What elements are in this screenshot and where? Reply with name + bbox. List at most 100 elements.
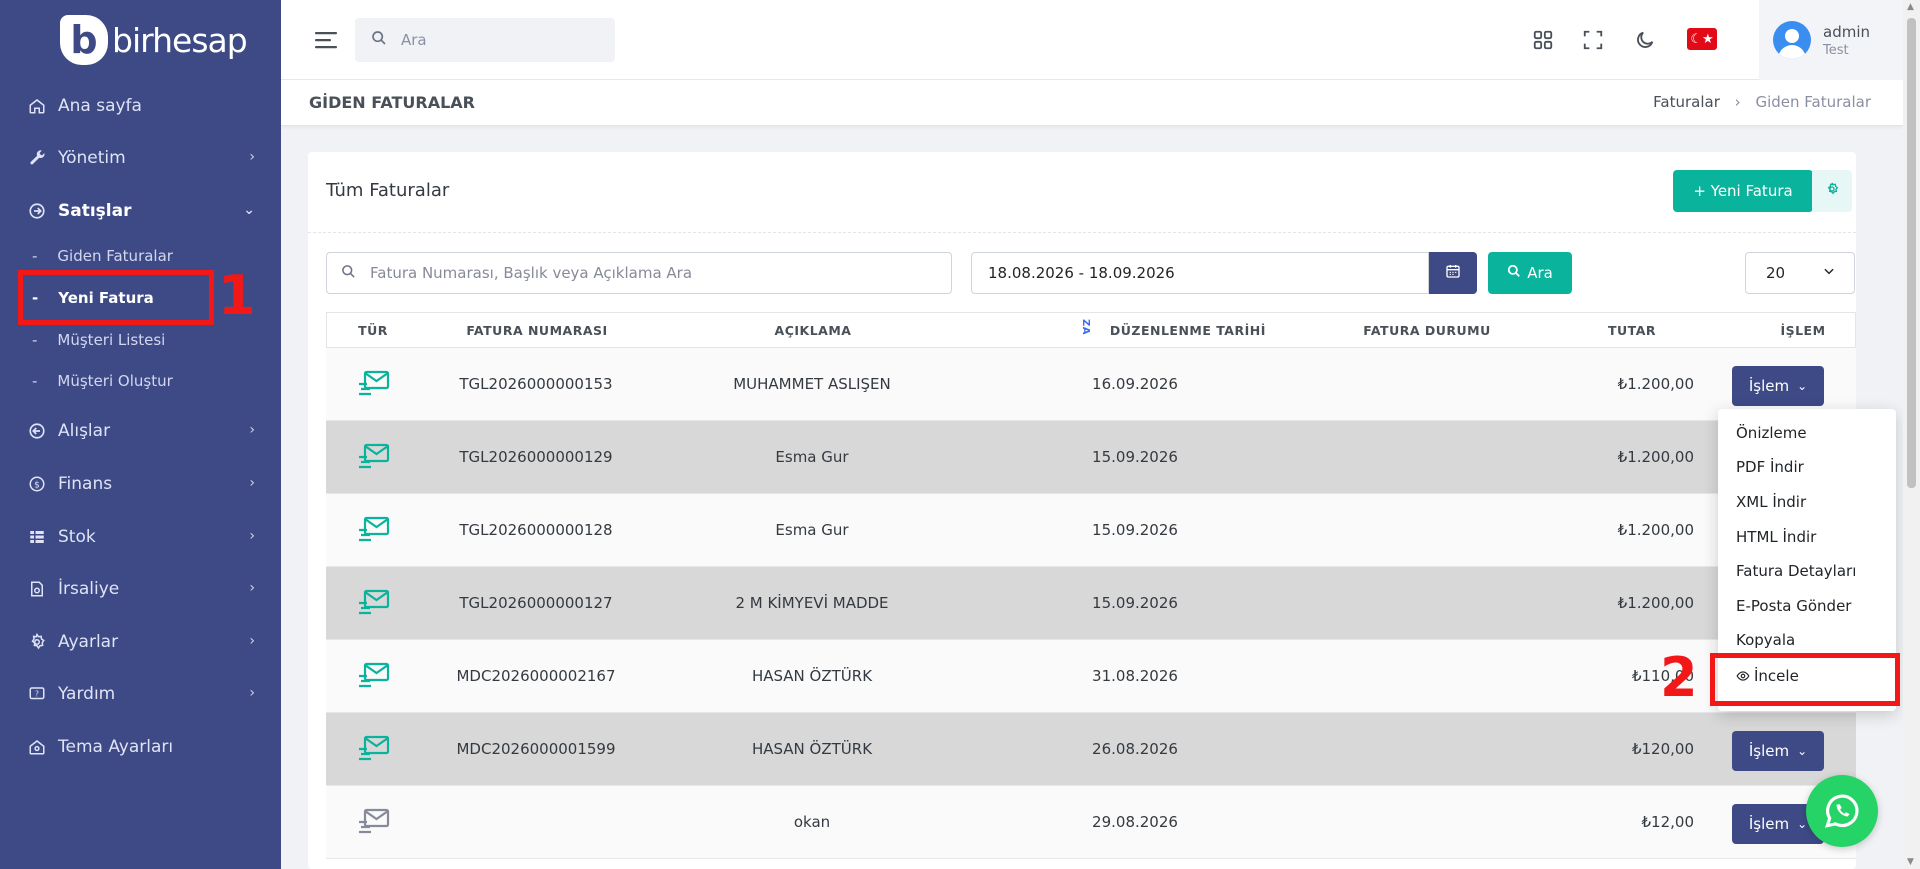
islem-button[interactable]: İşlem ⌄ [1732,731,1824,771]
column-header-duzenlenme-tarihi[interactable]: ZA DÜZENLENME TARİHİ [1067,313,1281,349]
global-search-input[interactable]: Ara [355,18,615,62]
invoice-number: TGL2026000000153 [459,375,613,393]
sidebar-subitem-musteri-listesi[interactable]: - Müşteri Listesi [0,323,281,357]
column-header-tur: TÜR [358,323,388,338]
sidebar-item-tema-ayarlari[interactable]: Tema Ayarları [0,727,281,767]
invoice-amount: ₺1.200,00 [1617,594,1694,612]
table-row: MDC2026000001599 HASAN ÖZTÜRK 26.08.2026… [326,713,1856,786]
date-range-input[interactable]: 18.08.2026 - 18.09.2026 [971,252,1429,294]
settings-button[interactable] [1812,170,1852,212]
logo-mark: b [60,15,108,65]
chevron-right-icon: › [249,528,255,544]
new-invoice-button[interactable]: + Yeni Fatura [1673,170,1813,212]
sort-icon[interactable]: ZA [1067,319,1103,335]
whatsapp-icon [1820,789,1864,833]
sales-icon [26,200,48,222]
menu-item-eposta-gonder[interactable]: E-Posta Gönder [1736,597,1851,615]
calendar-icon [1445,263,1461,283]
sidebar-subitem-musteri-olustur[interactable]: - Müşteri Oluştur [0,364,281,398]
invoice-status [1301,713,1551,786]
islem-button[interactable]: İşlem ⌄ [1732,366,1824,406]
sidebar-item-label: Satışlar [58,201,132,221]
sidebar-subitem-label: Müşteri Oluştur [57,372,173,390]
filter-placeholder: Fatura Numarası, Başlık veya Açıklama Ar… [370,264,693,282]
sidebar-subitem-label: Müşteri Listesi [57,331,166,349]
invoice-filter-input[interactable]: Fatura Numarası, Başlık veya Açıklama Ar… [326,252,952,294]
scroll-up-arrow[interactable]: ▲ [1907,2,1914,12]
column-header-aciklama: AÇIKLAMA [774,323,852,338]
table-row: TGL2026000000128 Esma Gur 15.09.2026 ₺1.… [326,494,1856,567]
help-icon: ? [26,683,48,705]
sidebar-item-ayarlar[interactable]: Ayarlar › [0,622,281,662]
invoice-status [1301,494,1551,567]
menu-item-pdf-indir[interactable]: PDF İndir [1736,458,1804,476]
scroll-down-arrow[interactable]: ▼ [1907,857,1914,867]
sidebar-subitem-label: Giden Faturalar [57,247,173,265]
sidebar-item-finans[interactable]: $ Finans › [0,464,281,504]
search-icon [1507,264,1521,282]
email-invoice-icon [358,516,390,548]
dark-mode-icon[interactable] [1631,26,1659,54]
topbar: Ara ☾★ admin Test [281,0,1903,80]
menu-item-xml-indir[interactable]: XML İndir [1736,493,1806,511]
user-menu[interactable]: admin Test [1759,0,1903,80]
page-size-select[interactable]: 20 [1745,252,1855,294]
logo[interactable]: b birhesap [0,0,281,80]
breadcrumb-separator: › [1734,93,1741,111]
sidebar-item-label: Ayarlar [58,632,119,652]
scrollbar-thumb[interactable] [1907,18,1916,488]
date-range-value: 18.08.2026 - 18.09.2026 [988,264,1175,282]
invoice-number: TGL2026000000129 [459,448,613,466]
sidebar-item-alislar[interactable]: Alışlar › [0,411,281,451]
avatar [1773,21,1811,59]
invoice-description: Esma Gur [775,448,849,466]
search-placeholder: Ara [401,31,427,49]
column-header-fatura-numarasi: FATURA NUMARASI [466,323,608,338]
annotation-label-2: 2 [1660,646,1698,709]
turkish-flag-icon[interactable]: ☾★ [1687,28,1717,50]
apps-grid-icon[interactable] [1529,26,1557,54]
invoice-number: MDC2026000002167 [456,667,616,685]
invoice-status [1301,786,1551,859]
sidebar-item-irsaliye[interactable]: İrsaliye › [0,569,281,609]
menu-item-html-indir[interactable]: HTML İndir [1736,528,1816,546]
invoice-date: 15.09.2026 [1092,594,1178,612]
sidebar-item-yardim[interactable]: ? Yardım › [0,674,281,714]
menu-item-fatura-detaylari[interactable]: Fatura Detayları [1736,562,1856,580]
menu-toggle-icon[interactable] [315,30,339,54]
chevron-right-icon: › [249,633,255,649]
page-header: GİDEN FATURALAR Faturalar › Giden Fatura… [281,80,1903,126]
page-size-value: 20 [1766,264,1786,282]
menu-item-onizleme[interactable]: Önizleme [1736,424,1807,442]
sidebar-item-home[interactable]: Ana sayfa [0,86,281,126]
sidebar-item-label: Stok [58,527,96,547]
sidebar-item-stok[interactable]: Stok › [0,517,281,557]
menu-item-kopyala[interactable]: Kopyala [1736,631,1795,649]
annotation-box-2 [1710,653,1900,706]
sidebar-item-yonetim[interactable]: Yönetim › [0,138,281,178]
sidebar-item-label: Alışlar [58,421,111,441]
scrollbar[interactable]: ▲ ▼ [1903,0,1920,869]
card-title: Tüm Faturalar [326,180,450,201]
invoice-status [1301,640,1551,713]
invoice-description: Esma Gur [775,521,849,539]
chevron-right-icon: › [249,580,255,596]
invoice-number: TGL2026000000127 [459,594,613,612]
table-row: TGL2026000000129 Esma Gur 15.09.2026 ₺1.… [326,421,1856,494]
sidebar-item-label: İrsaliye [58,579,120,599]
invoice-amount: ₺1.200,00 [1617,448,1694,466]
calendar-button[interactable] [1429,252,1477,294]
search-button-label: Ara [1527,264,1553,282]
search-button[interactable]: Ara [1488,252,1572,294]
flag-symbol: ☾★ [1690,31,1714,47]
sidebar: b birhesap Ana sayfa Yönetim › Satışlar … [0,0,281,869]
invoice-status [1301,348,1551,421]
fullscreen-icon[interactable] [1579,26,1607,54]
breadcrumb-item[interactable]: Faturalar [1653,93,1720,111]
whatsapp-button[interactable] [1806,775,1878,847]
invoice-date: 26.08.2026 [1092,740,1178,758]
search-icon [371,30,387,50]
table-row: okan 29.08.2026 ₺12,00 İşlem ⌄ [326,786,1856,859]
sidebar-item-satislar[interactable]: Satışlar ⌄ [0,191,281,231]
column-header-islem: İŞLEM [1780,323,1826,338]
